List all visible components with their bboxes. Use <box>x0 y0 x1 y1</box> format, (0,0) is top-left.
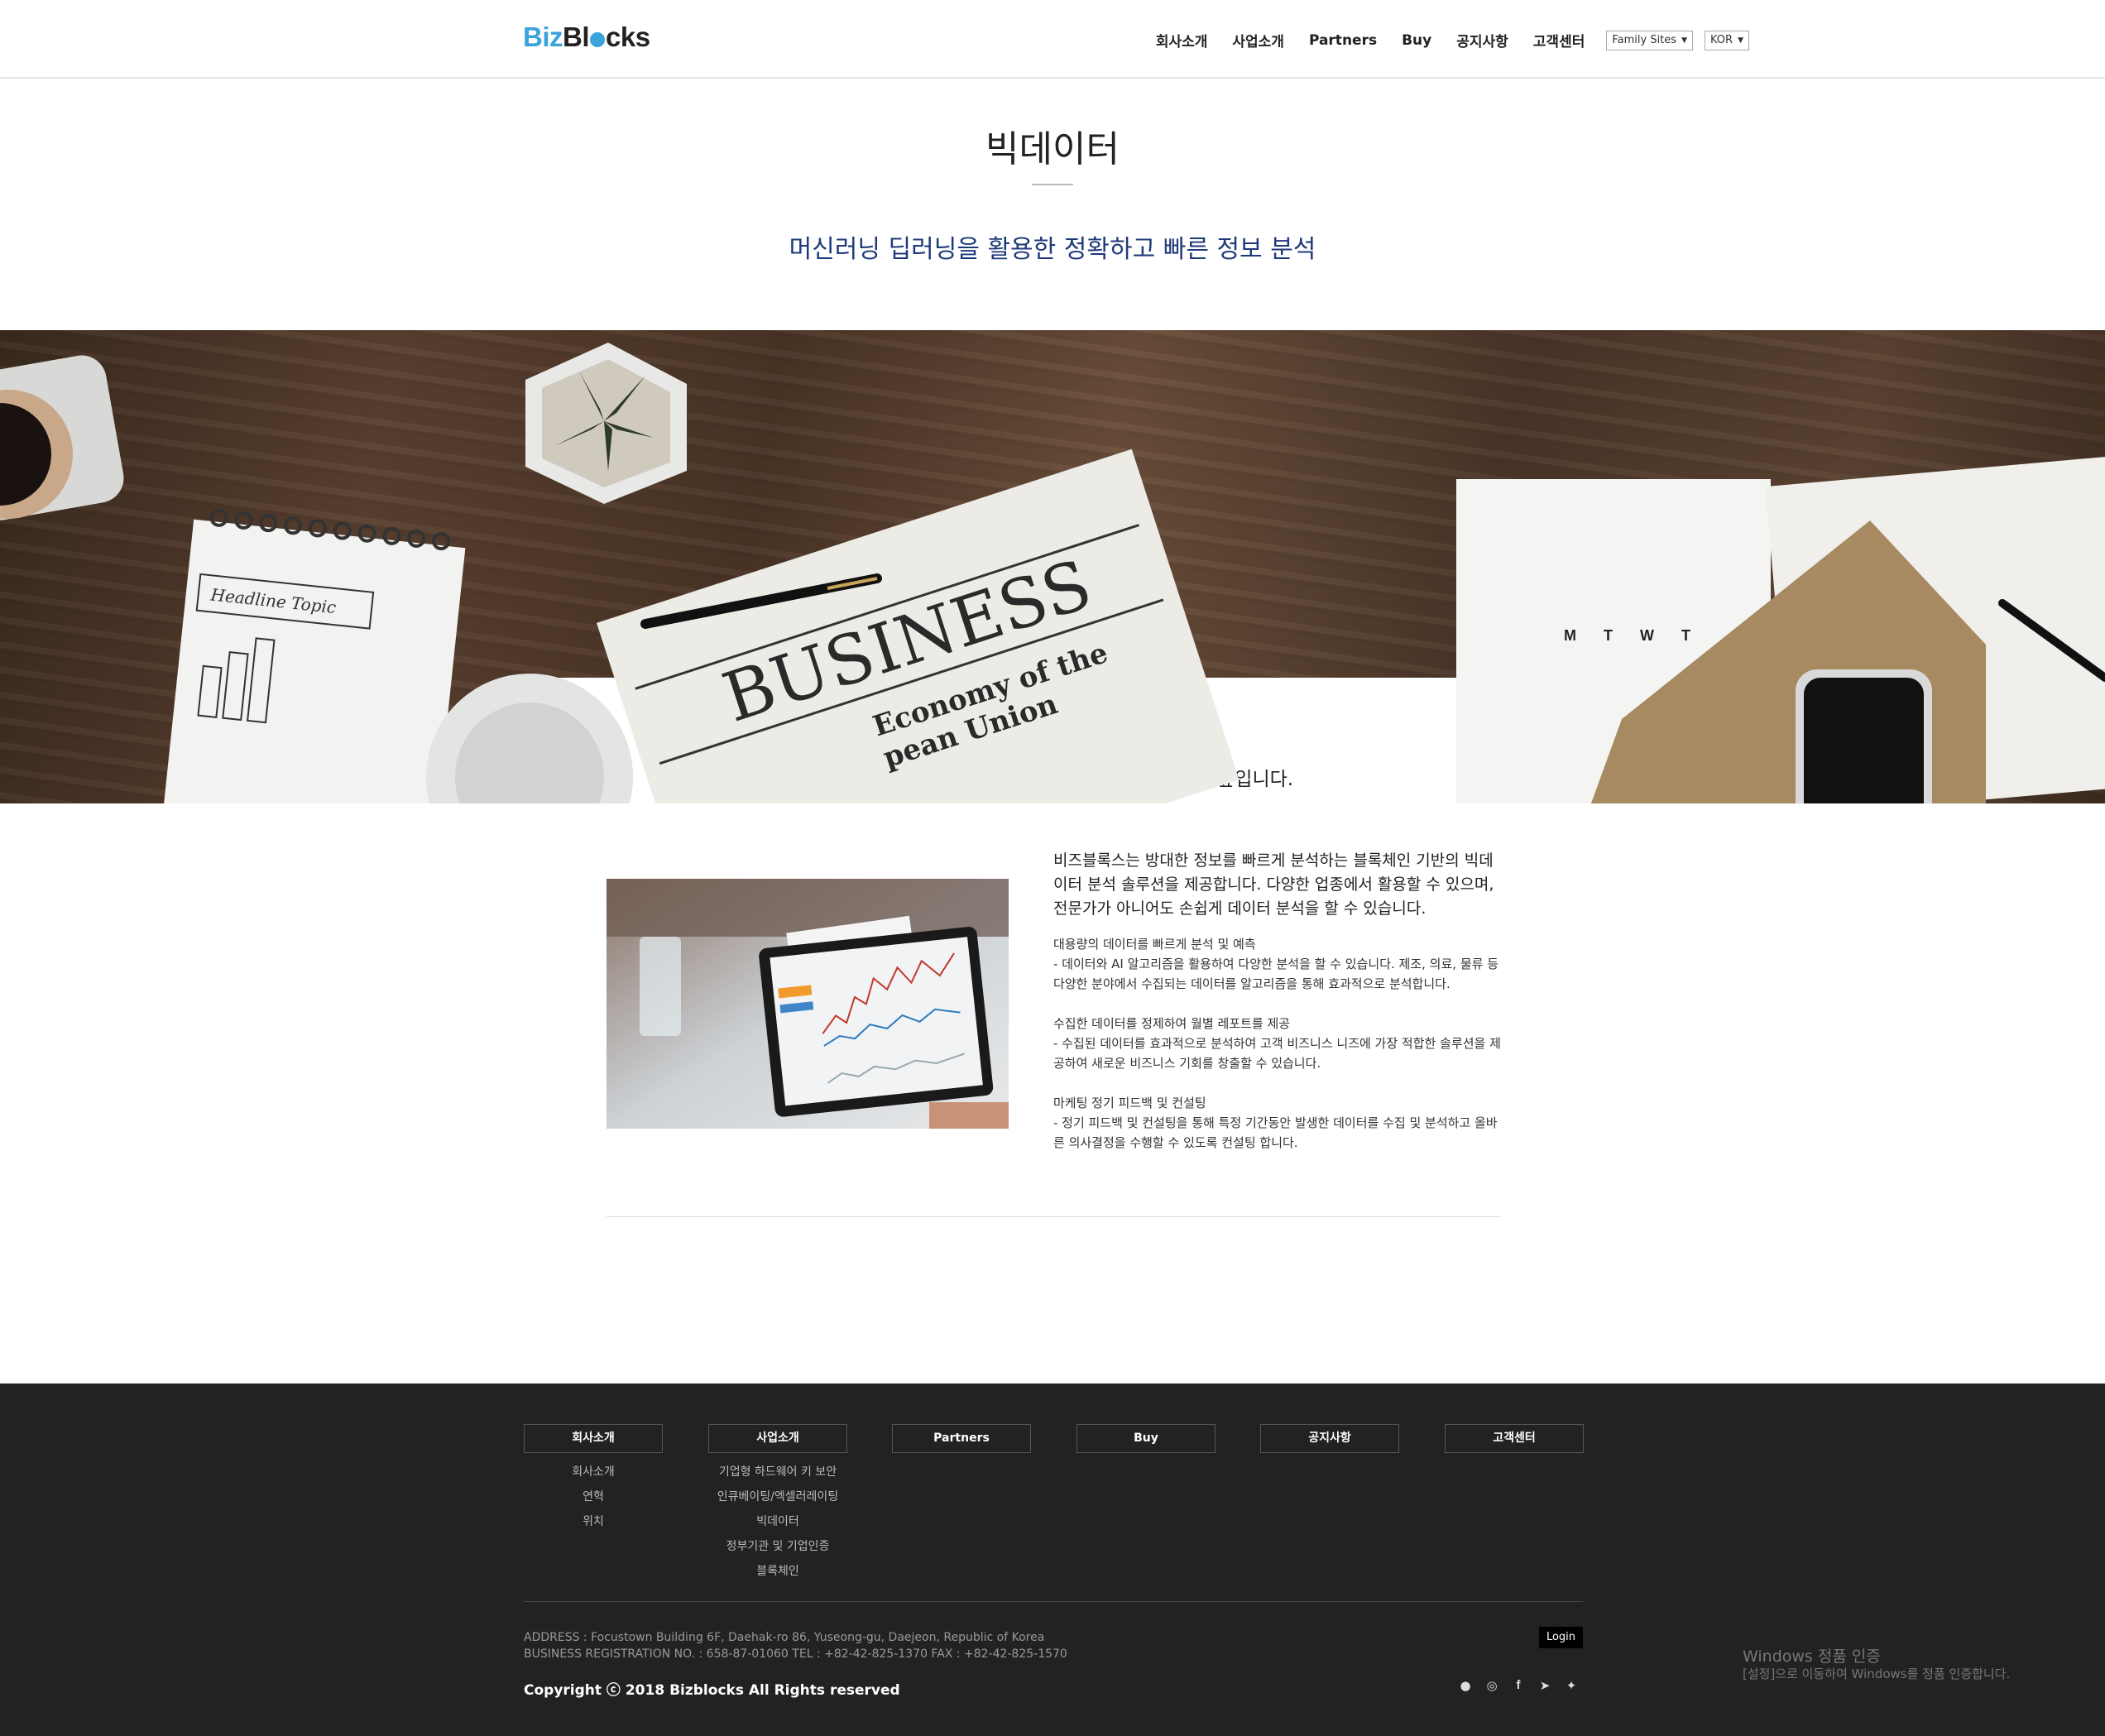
twitter-icon[interactable]: ✦ <box>1565 1678 1578 1693</box>
footer-address: ADDRESS : Focustown Building 6F, Daehak-… <box>524 1631 1067 1661</box>
page-title: 빅데이터 <box>985 128 1120 170</box>
nav-company[interactable]: 회사소개 <box>1156 30 1208 50</box>
footer-col-company: 회사소개 회사소개 연혁 위치 <box>524 1424 663 1534</box>
footer-link[interactable]: 연혁 <box>524 1484 663 1509</box>
glass-image <box>640 937 681 1036</box>
footer-col-notice: 공지사항 <box>1260 1424 1399 1460</box>
documents-image: M T W T <box>1456 456 2105 803</box>
feature-item: 마케팅 정기 피드백 및 컨설팅 - 정기 피드백 및 컨설팅을 통해 특정 기… <box>1053 1093 1504 1153</box>
footer-col-business: 사업소개 기업형 하드웨어 키 보안 인큐베이팅/엑셀러레이팅 빅데이터 정부기… <box>708 1424 847 1584</box>
logo-o-dot <box>590 32 605 47</box>
windows-activation-title: Windows 정품 인증 <box>1743 1647 1881 1666</box>
feature-item: 대용량의 데이터를 빠르게 분석 및 예측 - 데이터와 AI 알고리즘을 활용… <box>1053 934 1504 994</box>
footer-col-buy: Buy <box>1076 1424 1216 1460</box>
footer-link[interactable]: 블록체인 <box>708 1559 847 1584</box>
feature-title: 수집한 데이터를 정제하여 월별 레포트를 제공 <box>1053 1016 1291 1031</box>
hand-image <box>929 1102 1009 1129</box>
feature-desc: - 정기 피드백 및 컨설팅을 통해 특정 기간동안 발생한 데이터를 수집 및… <box>1053 1115 1498 1150</box>
footer-link[interactable]: 빅데이터 <box>708 1509 847 1534</box>
chat-icon[interactable]: ● <box>1459 1678 1472 1693</box>
page-subtitle: 머신러닝 딥러닝을 활용한 정확하고 빠른 정보 분석 <box>789 235 1316 264</box>
family-sites-select[interactable]: Family Sites ▼ <box>1606 30 1693 50</box>
nav-buy[interactable]: Buy <box>1402 32 1431 49</box>
footer-head-notice[interactable]: 공지사항 <box>1260 1424 1399 1453</box>
svg-text:M T W T: M T W T <box>1564 627 1702 644</box>
login-button[interactable]: Login <box>1539 1627 1583 1648</box>
content-text-column: 비즈블록스는 방대한 정보를 빠르게 분석하는 블록체인 기반의 빅데이터 분석… <box>1053 849 1504 1173</box>
footer-link[interactable]: 인큐베이팅/엑셀러레이팅 <box>708 1484 847 1509</box>
footer-col-partners: Partners <box>892 1424 1031 1460</box>
footer-link[interactable]: 기업형 하드웨어 키 보안 <box>708 1460 847 1484</box>
coffee-cup-image <box>0 355 124 520</box>
footer-divider <box>524 1601 1583 1602</box>
nav-partners[interactable]: Partners <box>1309 32 1377 49</box>
nav-support[interactable]: 고객센터 <box>1533 30 1585 50</box>
footer-head-business[interactable]: 사업소개 <box>708 1424 847 1453</box>
footer-head-support[interactable]: 고객센터 <box>1445 1424 1584 1453</box>
footer-link[interactable]: 회사소개 <box>524 1460 663 1484</box>
cup-lid-image <box>426 674 633 803</box>
feature-desc: - 데이터와 AI 알고리즘을 활용하여 다양한 분석을 할 수 있습니다. 제… <box>1053 957 1498 991</box>
content-divider <box>607 1216 1501 1217</box>
notebook-image: Headline Topic <box>162 508 466 803</box>
windows-activation-sub: [설정]으로 이동하여 Windows를 정품 인증합니다. <box>1743 1666 2011 1681</box>
newspaper-image: BUSINESS Economy of the pean Union <box>597 448 1240 803</box>
footer-col-support: 고객센터 <box>1445 1424 1584 1460</box>
footer-link[interactable]: 정부기관 및 기업인증 <box>708 1534 847 1559</box>
laptop-image <box>759 927 994 1117</box>
footer-copyright: Copyright ⓒ 2018 Bizblocks All Rights re… <box>524 1682 900 1699</box>
phone-image <box>1796 669 1932 803</box>
footer-head-buy[interactable]: Buy <box>1076 1424 1216 1453</box>
nav-notice[interactable]: 공지사항 <box>1456 30 1508 50</box>
plant-pot-image <box>525 343 687 504</box>
site-footer: 회사소개 회사소개 연혁 위치 사업소개 기업형 하드웨어 키 보안 인큐베이팅… <box>0 1384 2105 1736</box>
language-select[interactable]: KOR ▼ <box>1704 30 1749 50</box>
facebook-icon[interactable]: f <box>1512 1678 1525 1693</box>
footer-head-company[interactable]: 회사소개 <box>524 1424 663 1453</box>
social-links: ● ◎ f ➤ ✦ <box>1459 1678 1578 1693</box>
telegram-icon[interactable]: ➤ <box>1538 1678 1551 1693</box>
feature-item: 수집한 데이터를 정제하여 월별 레포트를 제공 - 수집된 데이터를 효과적으… <box>1053 1014 1504 1073</box>
main-nav: 회사소개 사업소개 Partners Buy 공지사항 고객센터 Family … <box>1131 30 1749 50</box>
hero-desk-image: Headline Topic BUSINESS Economy of the p… <box>0 330 2105 803</box>
title-divider <box>1032 184 1073 185</box>
instagram-icon[interactable]: ◎ <box>1485 1678 1498 1693</box>
feature-title: 마케팅 정기 피드백 및 컨설팅 <box>1053 1096 1206 1110</box>
hero-illustration: Headline Topic BUSINESS Economy of the p… <box>0 343 2105 803</box>
footer-link[interactable]: 위치 <box>524 1509 663 1534</box>
intro-paragraph: 비즈블록스는 방대한 정보를 빠르게 분석하는 블록체인 기반의 빅데이터 분석… <box>1053 851 1494 918</box>
nav-business[interactable]: 사업소개 <box>1232 30 1284 50</box>
caret-down-icon: ▼ <box>1681 36 1687 45</box>
feature-title: 대용량의 데이터를 빠르게 분석 및 예측 <box>1053 937 1256 952</box>
feature-desc: - 수집된 데이터를 효과적으로 분석하여 고객 비즈니스 니즈에 가장 적합한… <box>1053 1036 1501 1071</box>
laptop-chart-image <box>607 879 1009 1129</box>
bizblocks-logo[interactable]: BizBl cks <box>523 22 650 53</box>
footer-head-partners[interactable]: Partners <box>892 1424 1031 1453</box>
site-header: BizBl cks 회사소개 사업소개 Partners Buy 공지사항 고객센… <box>0 0 2105 79</box>
caret-down-icon: ▼ <box>1738 36 1743 45</box>
